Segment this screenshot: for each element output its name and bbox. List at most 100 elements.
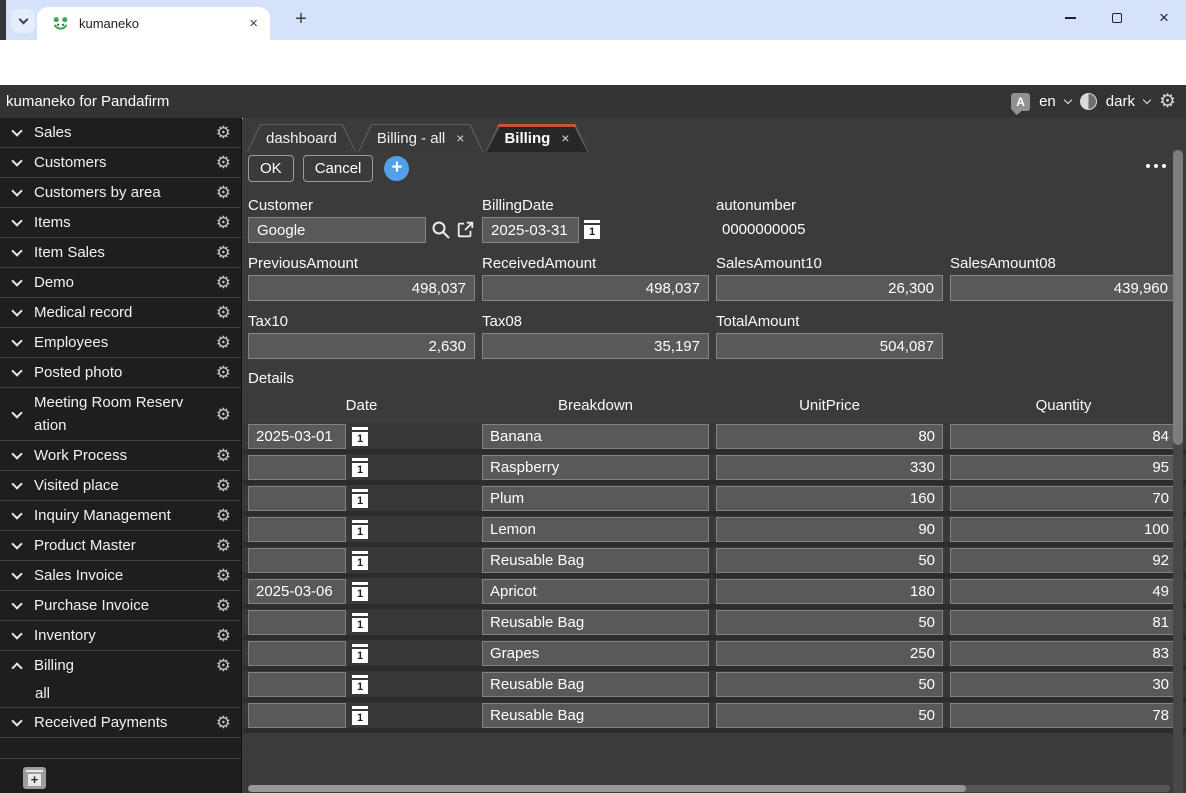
detail-quantity-input[interactable]	[950, 703, 1177, 728]
detail-date-input[interactable]	[248, 703, 346, 728]
sidebar-item-received-payments[interactable]: Received Payments⚙	[0, 708, 241, 738]
gear-icon[interactable]: ⚙	[216, 406, 231, 423]
chevron-up-icon[interactable]	[11, 662, 22, 673]
chevron-down-icon[interactable]	[11, 185, 22, 196]
chevron-down-icon[interactable]	[11, 628, 22, 639]
chevron-down-icon[interactable]	[11, 215, 22, 226]
sidebar-item-visited-place[interactable]: Visited place⚙	[0, 471, 241, 501]
gear-icon[interactable]: ⚙	[216, 507, 231, 524]
chevron-down-icon[interactable]	[11, 125, 22, 136]
detail-unitprice-input[interactable]	[716, 517, 943, 542]
detail-breakdown-input[interactable]	[482, 579, 709, 604]
chevron-down-icon[interactable]	[11, 245, 22, 256]
detail-quantity-input[interactable]	[950, 486, 1177, 511]
ok-button[interactable]: OK	[248, 155, 294, 182]
calendar-icon[interactable]: 1	[352, 458, 368, 477]
detail-unitprice-input[interactable]	[716, 486, 943, 511]
chevron-down-icon[interactable]	[11, 305, 22, 316]
gear-icon[interactable]: ⚙	[216, 627, 231, 644]
sidebar-item-posted-photo[interactable]: Posted photo⚙	[0, 358, 241, 388]
detail-quantity-input[interactable]	[950, 641, 1177, 666]
detail-breakdown-input[interactable]	[482, 455, 709, 480]
cancel-button[interactable]: Cancel	[303, 155, 374, 182]
sales-amount08-input[interactable]	[950, 275, 1177, 301]
gear-icon[interactable]: ⚙	[216, 214, 231, 231]
chevron-down-icon[interactable]	[11, 568, 22, 579]
tab-billing-all[interactable]: Billing - all×	[358, 124, 484, 152]
detail-unitprice-input[interactable]	[716, 703, 943, 728]
calendar-icon[interactable]: 1	[352, 520, 368, 539]
language-select[interactable]: en	[1039, 93, 1056, 110]
sales-amount10-input[interactable]	[716, 275, 943, 301]
sidebar-item-sales[interactable]: Sales⚙	[0, 118, 241, 148]
sidebar-item-meeting-room-reservation[interactable]: Meeting Room Reservation⚙	[0, 388, 241, 441]
detail-date-input[interactable]	[248, 517, 346, 542]
detail-date-input[interactable]	[248, 486, 346, 511]
calendar-icon[interactable]: 1	[352, 644, 368, 663]
search-icon[interactable]	[431, 220, 451, 240]
gear-icon[interactable]: ⚙	[216, 714, 231, 731]
gear-icon[interactable]: ⚙	[216, 304, 231, 321]
open-record-icon[interactable]	[456, 220, 475, 239]
detail-unitprice-input[interactable]	[716, 610, 943, 635]
detail-quantity-input[interactable]	[950, 455, 1177, 480]
calendar-icon[interactable]: 1	[352, 489, 368, 508]
calendar-icon[interactable]: 1	[352, 427, 368, 446]
sidebar-item-demo[interactable]: Demo⚙	[0, 268, 241, 298]
gear-icon[interactable]: ⚙	[216, 184, 231, 201]
gear-icon[interactable]: ⚙	[216, 537, 231, 554]
detail-quantity-input[interactable]	[950, 672, 1177, 697]
detail-date-input[interactable]	[248, 455, 346, 480]
chevron-down-icon[interactable]	[1143, 95, 1151, 103]
tax08-input[interactable]	[482, 333, 709, 359]
detail-unitprice-input[interactable]	[716, 641, 943, 666]
detail-breakdown-input[interactable]	[482, 672, 709, 697]
contrast-icon[interactable]	[1080, 93, 1097, 110]
detail-unitprice-input[interactable]	[716, 455, 943, 480]
chevron-down-icon[interactable]	[1064, 95, 1072, 103]
detail-date-input[interactable]	[248, 579, 346, 604]
detail-quantity-input[interactable]	[950, 424, 1177, 449]
detail-date-input[interactable]	[248, 610, 346, 635]
close-icon[interactable]: ×	[561, 131, 569, 145]
detail-unitprice-input[interactable]	[716, 672, 943, 697]
chevron-down-icon[interactable]	[11, 407, 22, 418]
chevron-down-icon[interactable]	[11, 448, 22, 459]
window-maximize-button[interactable]	[1097, 0, 1137, 36]
tab-search-button[interactable]	[11, 9, 35, 33]
vertical-scrollbar-thumb[interactable]	[1173, 150, 1183, 445]
detail-date-input[interactable]	[248, 548, 346, 573]
customer-input[interactable]	[248, 217, 426, 243]
gear-icon[interactable]: ⚙	[216, 244, 231, 261]
add-row-button[interactable]: +	[384, 156, 409, 181]
tab-dashboard[interactable]: dashboard	[247, 124, 356, 152]
detail-breakdown-input[interactable]	[482, 424, 709, 449]
sidebar-item-sales-invoice[interactable]: Sales Invoice⚙	[0, 561, 241, 591]
calendar-icon[interactable]: 1	[352, 675, 368, 694]
detail-date-input[interactable]	[248, 672, 346, 697]
sidebar-item-billing[interactable]: Billing⚙	[0, 651, 241, 680]
window-close-button[interactable]: ×	[1144, 0, 1184, 36]
sidebar-subitem-all[interactable]: all	[0, 680, 241, 708]
sidebar-item-inventory[interactable]: Inventory⚙	[0, 621, 241, 651]
add-app-icon[interactable]: +	[23, 767, 46, 789]
detail-breakdown-input[interactable]	[482, 703, 709, 728]
total-amount-input[interactable]	[716, 333, 943, 359]
sidebar-item-inquiry-management[interactable]: Inquiry Management⚙	[0, 501, 241, 531]
chevron-down-icon[interactable]	[11, 598, 22, 609]
sidebar-item-items[interactable]: Items⚙	[0, 208, 241, 238]
sidebar-item-customers-by-area[interactable]: Customers by area⚙	[0, 178, 241, 208]
gear-icon[interactable]: ⚙	[216, 657, 231, 674]
sidebar-item-customers[interactable]: Customers⚙	[0, 148, 241, 178]
detail-quantity-input[interactable]	[950, 579, 1177, 604]
overflow-menu-button[interactable]	[1146, 164, 1166, 168]
detail-breakdown-input[interactable]	[482, 517, 709, 542]
detail-unitprice-input[interactable]	[716, 579, 943, 604]
detail-breakdown-input[interactable]	[482, 548, 709, 573]
gear-icon[interactable]: ⚙	[216, 124, 231, 141]
gear-icon[interactable]: ⚙	[216, 597, 231, 614]
new-tab-button[interactable]: +	[288, 7, 314, 33]
close-icon[interactable]: ×	[249, 16, 258, 31]
tax10-input[interactable]	[248, 333, 475, 359]
chevron-down-icon[interactable]	[11, 335, 22, 346]
